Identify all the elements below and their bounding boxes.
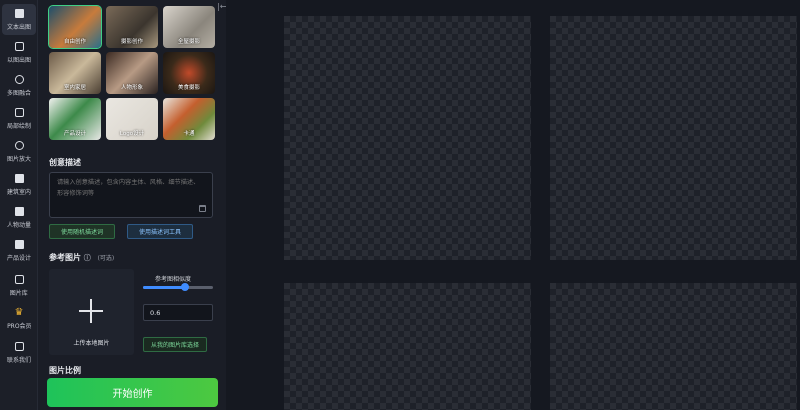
style-card-label: Logo设计: [119, 131, 145, 137]
building-icon: [14, 173, 24, 183]
product-icon: [14, 239, 24, 249]
description-input[interactable]: [50, 173, 212, 217]
nav-label: 产品设计: [7, 253, 31, 262]
style-card-label: 室内家居: [63, 85, 86, 91]
prompt-tool-button[interactable]: 使用描述词工具: [127, 224, 193, 239]
style-card-cartoon[interactable]: 卡通: [163, 98, 215, 140]
nav-item-image-to-image[interactable]: 以图出图: [2, 37, 36, 68]
nav-item-pro[interactable]: ♛ PRO会员: [2, 303, 36, 334]
style-card-label: 自由创作: [63, 39, 86, 45]
plus-icon-bar: [79, 310, 103, 312]
brush-icon: [14, 107, 24, 117]
random-prompt-button[interactable]: 使用随机描述词: [49, 224, 115, 239]
style-card-label: 全屋摄影: [177, 39, 200, 45]
person-icon: [14, 206, 24, 216]
style-card-food[interactable]: 美食摄影: [163, 52, 215, 94]
nav-item-merge[interactable]: 多图融合: [2, 70, 36, 101]
nav-label: 建筑室内: [7, 187, 31, 196]
description-title: 创意描述: [49, 158, 81, 167]
nav-item-inpaint[interactable]: 局部绘制: [2, 103, 36, 134]
zoom-icon: [14, 140, 24, 150]
image-icon: [14, 41, 24, 51]
collapse-panel-icon[interactable]: |←: [217, 2, 226, 11]
reference-title: 参考图片 ⓘ (可选): [49, 252, 114, 263]
style-card-interior[interactable]: 室内家居: [49, 52, 101, 94]
reference-title-text: 参考图片: [49, 253, 81, 262]
nav-label: 图片库: [10, 288, 28, 297]
chat-icon: [14, 341, 24, 351]
nav-label: 文本出图: [7, 22, 31, 31]
image-slot[interactable]: [284, 283, 531, 410]
nav-item-architecture[interactable]: 建筑室内: [2, 169, 36, 200]
document-icon: [14, 8, 24, 18]
upload-label: 上传本地图片: [73, 340, 110, 347]
merge-icon: [14, 74, 24, 84]
nav-item-person[interactable]: 人物动量: [2, 202, 36, 233]
style-card-free[interactable]: 自由创作: [48, 5, 102, 49]
nav-item-library[interactable]: 图片库: [2, 270, 36, 301]
style-card-portrait[interactable]: 人物形象: [106, 52, 158, 94]
select-from-library-button[interactable]: 从我的图片库选择: [143, 337, 207, 352]
nav-label: 局部绘制: [7, 121, 31, 130]
nav-label: 联系我们: [7, 355, 31, 364]
style-card-product[interactable]: 产品设计: [49, 98, 101, 140]
nav-label: 多图融合: [7, 88, 31, 97]
nav-label: 以图出图: [7, 55, 31, 64]
style-card-label: 产品设计: [63, 131, 86, 137]
style-card-logo[interactable]: Logo设计: [106, 98, 158, 140]
optional-hint: (可选): [97, 255, 115, 262]
style-card-label: 美食摄影: [177, 85, 200, 91]
style-card-label: 摄影创作: [120, 39, 143, 45]
start-create-button[interactable]: 开始创作: [47, 378, 218, 407]
similarity-label: 参考图相似度: [155, 276, 192, 283]
style-card-photo[interactable]: 摄影创作: [106, 6, 158, 48]
style-card-label: 人物形象: [120, 85, 143, 91]
crown-icon: ♛: [14, 306, 24, 318]
upload-image-area[interactable]: 上传本地图片: [49, 269, 134, 355]
ratio-title: 图片比例: [49, 366, 81, 375]
similarity-slider[interactable]: [143, 283, 213, 291]
database-icon: [14, 274, 24, 284]
nav-label: 图片放大: [7, 154, 31, 163]
nav-label: 人物动量: [7, 220, 31, 229]
style-card-label: 卡通: [183, 131, 195, 137]
nav-item-upscale[interactable]: 图片放大: [2, 136, 36, 167]
nav-label: PRO会员: [6, 321, 32, 330]
nav-item-text-to-image[interactable]: 文本出图: [2, 4, 36, 35]
nav-item-product[interactable]: 产品设计: [2, 235, 36, 266]
slider-knob[interactable]: [181, 283, 189, 291]
similarity-input[interactable]: 0.6: [143, 304, 213, 321]
help-icon[interactable]: ⓘ: [84, 254, 91, 262]
nav-item-contact[interactable]: 联系我们: [2, 337, 36, 368]
image-slot[interactable]: [284, 16, 531, 260]
image-slot[interactable]: [550, 16, 797, 260]
style-card-house[interactable]: 全屋摄影: [163, 6, 215, 48]
description-box: [49, 172, 213, 218]
image-slot[interactable]: [550, 283, 797, 410]
canvas-area: [226, 0, 800, 410]
trash-icon[interactable]: [199, 205, 206, 212]
slider-fill: [143, 286, 185, 289]
